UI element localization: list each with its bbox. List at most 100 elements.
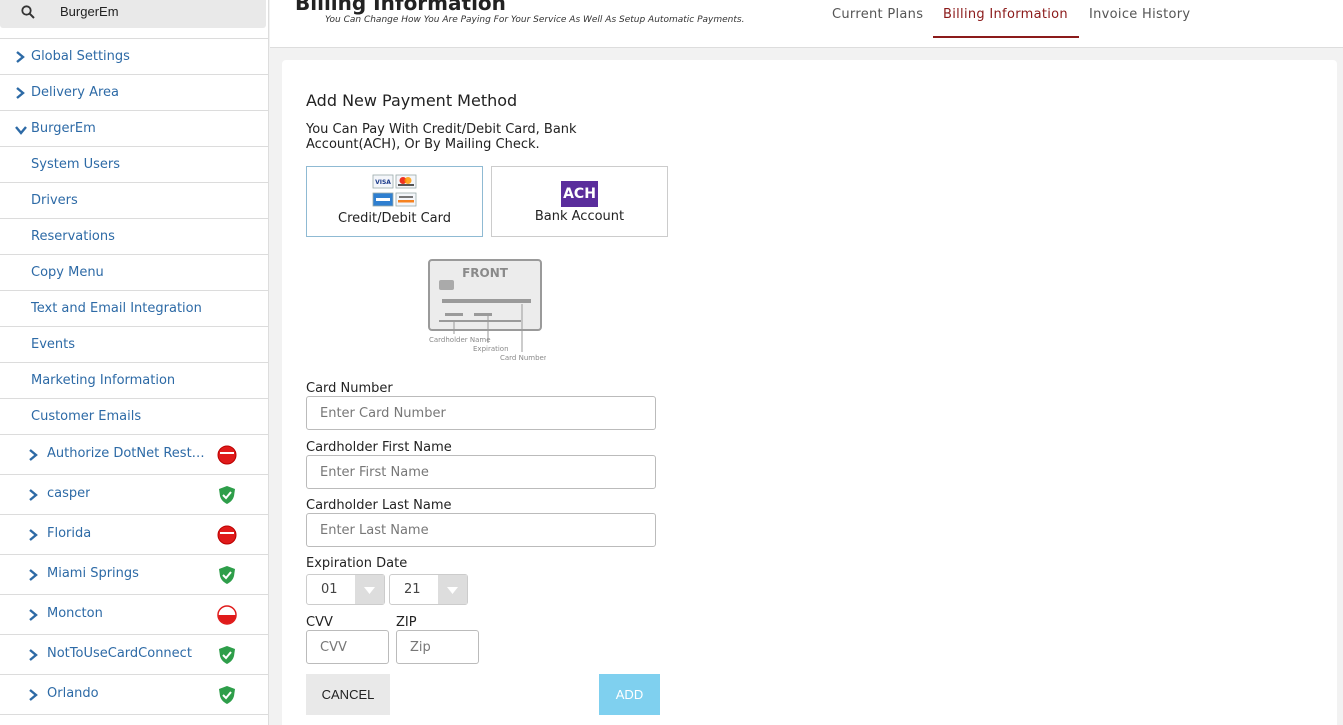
expiration-label: Expiration Date bbox=[306, 556, 408, 571]
shield-check-icon bbox=[219, 566, 235, 584]
chevron-right-icon bbox=[29, 449, 38, 461]
shield-check-icon bbox=[219, 686, 235, 704]
chevron-down-icon bbox=[355, 575, 384, 604]
sidebar-search[interactable]: BurgerEm bbox=[0, 0, 266, 28]
sidebar-item-customer-emails[interactable]: Customer Emails bbox=[0, 399, 268, 435]
add-button[interactable]: ADD bbox=[599, 674, 660, 715]
sidebar-item-copy-menu[interactable]: Copy Menu bbox=[0, 255, 268, 291]
sidebar-store-orlando[interactable]: Orlando bbox=[0, 675, 268, 715]
last-name-label: Cardholder Last Name bbox=[306, 498, 452, 513]
sidebar-item-global-settings[interactable]: Global Settings bbox=[0, 39, 268, 75]
store-label: NotToUseCardConnect bbox=[47, 646, 192, 661]
app-root: BurgerEm Global Settings Delivery Area B… bbox=[0, 0, 1343, 725]
method-label: Credit/Debit Card bbox=[338, 211, 451, 226]
last-name-input[interactable] bbox=[306, 513, 656, 547]
sidebar-item-system-users[interactable]: System Users bbox=[0, 147, 268, 183]
method-label: Bank Account bbox=[534, 209, 625, 224]
search-icon[interactable] bbox=[21, 5, 35, 19]
chevron-right-icon bbox=[16, 51, 25, 63]
sidebar-item-label: System Users bbox=[31, 157, 121, 172]
sidebar-item-delivery-area[interactable]: Delivery Area bbox=[0, 75, 268, 111]
sidebar-item-text-email-integration[interactable]: Text and Email Integration bbox=[0, 291, 268, 327]
active-tab-indicator bbox=[933, 36, 1079, 38]
cancel-button[interactable]: CANCEL bbox=[306, 674, 390, 715]
sidebar-item-events[interactable]: Events bbox=[0, 327, 268, 363]
card-logos-icon: VISA bbox=[372, 174, 417, 207]
chevron-down-icon bbox=[15, 126, 27, 135]
chevron-right-icon bbox=[29, 489, 38, 501]
diagram-front-label: FRONT bbox=[462, 266, 509, 280]
store-label: Florida bbox=[47, 526, 92, 541]
zip-input[interactable] bbox=[396, 630, 479, 664]
sidebar-item-label: Drivers bbox=[31, 193, 78, 208]
chevron-right-icon bbox=[29, 649, 38, 661]
sidebar: BurgerEm Global Settings Delivery Area B… bbox=[0, 0, 269, 725]
card-number-input[interactable] bbox=[306, 396, 656, 430]
expiration-month-value: 01 bbox=[321, 582, 338, 597]
chevron-down-icon bbox=[438, 575, 467, 604]
tab-invoice-history[interactable]: Invoice History bbox=[1089, 7, 1190, 22]
store-label: Authorize DotNet Restaurants bbox=[47, 446, 209, 461]
billing-card: Add New Payment Method You Can Pay With … bbox=[282, 60, 1337, 725]
shield-check-icon bbox=[219, 486, 235, 504]
status-partial-icon bbox=[217, 605, 237, 625]
page-header: Billing Information You Can Change How Y… bbox=[270, 0, 1343, 48]
sidebar-item-label: BurgerEm bbox=[31, 121, 96, 136]
sidebar-item-marketing-information[interactable]: Marketing Information bbox=[0, 363, 268, 399]
sidebar-item-burgerem[interactable]: BurgerEm bbox=[0, 111, 268, 147]
svg-text:VISA: VISA bbox=[375, 179, 391, 186]
chevron-right-icon bbox=[29, 609, 38, 621]
sidebar-item-label: Delivery Area bbox=[31, 85, 120, 100]
sidebar-store-moncton[interactable]: Moncton bbox=[0, 595, 268, 635]
cvv-label: CVV bbox=[306, 615, 333, 630]
sidebar-store-florida[interactable]: Florida bbox=[0, 515, 268, 555]
sidebar-item-label: Events bbox=[31, 337, 76, 352]
store-label: casper bbox=[47, 486, 91, 501]
sidebar-item-drivers[interactable]: Drivers bbox=[0, 183, 268, 219]
tab-billing-information[interactable]: Billing Information bbox=[943, 7, 1068, 22]
expiration-year-value: 21 bbox=[404, 582, 421, 597]
expiration-year-select[interactable]: 21 bbox=[389, 574, 468, 605]
chevron-right-icon bbox=[16, 87, 25, 99]
store-label: Miami Springs bbox=[47, 566, 139, 581]
page-title: Billing Information bbox=[295, 0, 506, 15]
sidebar-menu: Global Settings Delivery Area BurgerEm S… bbox=[0, 38, 268, 715]
store-label: Moncton bbox=[47, 606, 103, 621]
method-bank-account[interactable]: ACH Bank Account bbox=[491, 166, 668, 237]
tab-current-plans[interactable]: Current Plans bbox=[832, 7, 923, 22]
form-heading: Add New Payment Method bbox=[306, 91, 518, 110]
diagram-card-number-label: Card Number bbox=[500, 354, 546, 362]
zip-label: ZIP bbox=[396, 615, 417, 630]
method-credit-card[interactable]: VISA Credit/Debit Card bbox=[306, 166, 483, 237]
diagram-expiration-label: Expiration bbox=[473, 345, 509, 353]
chevron-right-icon bbox=[29, 569, 38, 581]
sidebar-item-label: Global Settings bbox=[31, 49, 130, 64]
card-front-diagram: FRONT Cardholder Name Expiration Card Nu… bbox=[428, 259, 546, 362]
card-number-label: Card Number bbox=[306, 381, 393, 396]
sidebar-item-reservations[interactable]: Reservations bbox=[0, 219, 268, 255]
sidebar-item-label: Reservations bbox=[31, 229, 115, 244]
sidebar-store-authorize-dotnet[interactable]: Authorize DotNet Restaurants bbox=[0, 435, 268, 475]
chevron-right-icon bbox=[29, 529, 38, 541]
chevron-right-icon bbox=[29, 689, 38, 701]
diagram-cardholder-label: Cardholder Name bbox=[429, 336, 491, 344]
sidebar-store-miami-springs[interactable]: Miami Springs bbox=[0, 555, 268, 595]
expiration-month-select[interactable]: 01 bbox=[306, 574, 385, 605]
form-description: You Can Pay With Credit/Debit Card, Bank… bbox=[306, 122, 577, 152]
cvv-input[interactable] bbox=[306, 630, 389, 664]
sidebar-item-label: Customer Emails bbox=[31, 409, 142, 424]
sidebar-item-label: Copy Menu bbox=[31, 265, 104, 280]
first-name-input[interactable] bbox=[306, 455, 656, 489]
status-inactive-icon bbox=[217, 525, 237, 545]
sidebar-store-nottousecardconnect[interactable]: NotToUseCardConnect bbox=[0, 635, 268, 675]
ach-badge: ACH bbox=[561, 181, 598, 207]
sidebar-store-casper[interactable]: casper bbox=[0, 475, 268, 515]
search-value[interactable]: BurgerEm bbox=[60, 4, 119, 19]
sidebar-item-label: Text and Email Integration bbox=[31, 301, 202, 316]
shield-check-icon bbox=[219, 646, 235, 664]
first-name-label: Cardholder First Name bbox=[306, 440, 452, 455]
store-label: Orlando bbox=[47, 686, 99, 701]
status-inactive-icon bbox=[217, 445, 237, 465]
page-subtitle: You Can Change How You Are Paying For Yo… bbox=[325, 15, 745, 25]
sidebar-item-label: Marketing Information bbox=[31, 373, 176, 388]
